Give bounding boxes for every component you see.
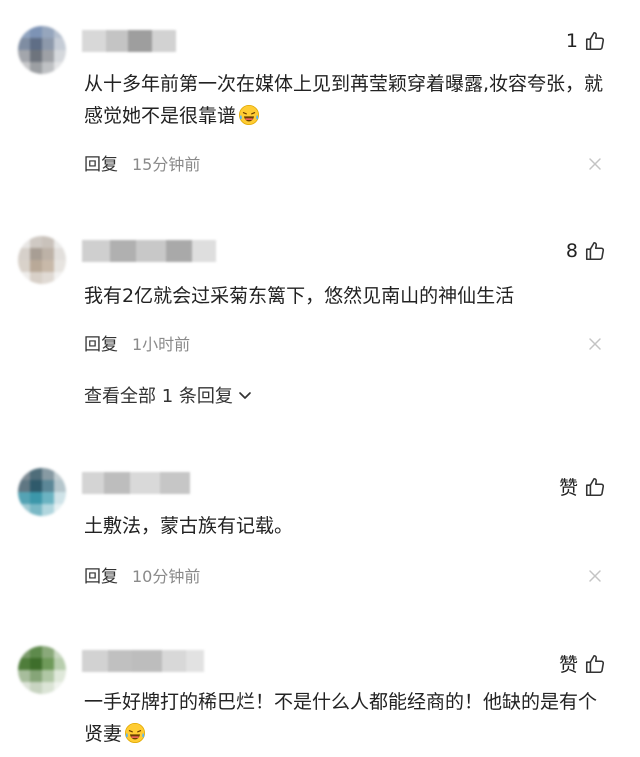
comment-text: 我有2亿就会过采菊东篱下，悠然见南山的神仙生活 bbox=[84, 285, 515, 307]
username-blurred[interactable] bbox=[82, 240, 216, 262]
thumb-up-icon bbox=[584, 653, 606, 675]
like-button[interactable]: 赞 bbox=[559, 473, 606, 500]
like-count: 1 bbox=[565, 30, 578, 52]
comment-text: 土敷法，蒙古族有记载。 bbox=[84, 515, 294, 537]
thumb-up-icon bbox=[584, 476, 606, 498]
like-label: 赞 bbox=[558, 477, 578, 499]
reply-button[interactable]: 回复 bbox=[84, 562, 118, 587]
like-count: 8 bbox=[565, 240, 578, 262]
thumb-up-icon bbox=[584, 30, 606, 52]
avatar[interactable] bbox=[18, 646, 66, 694]
thumb-up-icon bbox=[584, 240, 606, 262]
username-blurred[interactable] bbox=[82, 472, 190, 494]
avatar[interactable] bbox=[18, 26, 66, 74]
username-blurred[interactable] bbox=[82, 650, 204, 672]
like-button[interactable]: 1 bbox=[566, 30, 606, 52]
username-blurred[interactable] bbox=[82, 30, 176, 52]
laughing-crying-emoji bbox=[239, 105, 260, 125]
comment-meta: 回复 1小时前 bbox=[84, 330, 191, 356]
laughing-crying-emoji bbox=[125, 723, 146, 743]
comment-meta: 回复 10分钟前 bbox=[84, 562, 201, 588]
reply-button[interactable]: 回复 bbox=[84, 330, 118, 355]
close-icon[interactable] bbox=[588, 157, 602, 171]
like-button[interactable]: 赞 bbox=[559, 650, 606, 677]
comment-text: 从十多年前第一次在媒体上见到苒莹颖穿着曝露,妆容夸张，就感觉她不是很靠谱 bbox=[84, 73, 604, 127]
like-button[interactable]: 8 bbox=[566, 240, 606, 262]
close-icon[interactable] bbox=[588, 569, 602, 583]
avatar[interactable] bbox=[18, 236, 66, 284]
timestamp: 10分钟前 bbox=[132, 566, 201, 586]
reply-button[interactable]: 回复 bbox=[84, 150, 118, 175]
like-label: 赞 bbox=[558, 654, 578, 676]
chevron-down-icon bbox=[239, 392, 251, 399]
comment-meta: 回复 15分钟前 bbox=[84, 150, 201, 176]
view-all-replies-button[interactable]: 查看全部 1 条回复 bbox=[84, 382, 253, 408]
close-icon[interactable] bbox=[588, 337, 602, 351]
avatar[interactable] bbox=[18, 468, 66, 516]
timestamp: 15分钟前 bbox=[132, 154, 201, 174]
comment-text: 一手好牌打的稀巴烂！不是什么人都能经商的！他缺的是有个贤妻 bbox=[84, 691, 598, 745]
view-all-replies-label: 查看全部 1 条回复 bbox=[84, 386, 233, 407]
timestamp: 1小时前 bbox=[132, 334, 191, 354]
